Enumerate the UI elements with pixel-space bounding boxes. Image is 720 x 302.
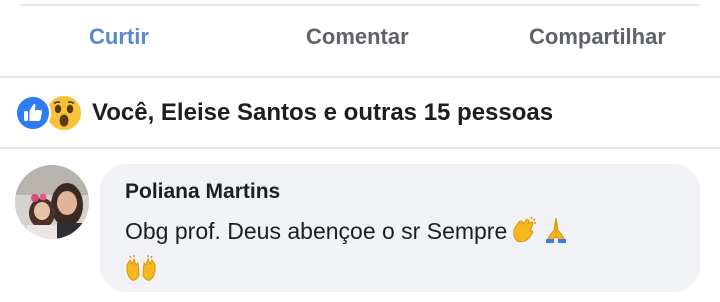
comment-author[interactable]: Poliana Martins bbox=[125, 180, 280, 204]
comment-button[interactable]: Comentar bbox=[306, 24, 409, 50]
post-footer: Curtir Comentar Compartilhar Você, Eleis… bbox=[0, 0, 720, 302]
top-divider bbox=[20, 4, 700, 6]
thumbs-up-icon bbox=[15, 95, 51, 131]
comments-divider bbox=[0, 147, 720, 149]
folded-hands-emoji bbox=[541, 215, 571, 254]
raising-hands-emoji bbox=[125, 255, 157, 294]
reactions-summary-text: Você, Eleise Santos e outras 15 pessoas bbox=[92, 99, 554, 126]
share-button[interactable]: Compartilhar bbox=[529, 24, 666, 50]
comment-body: Obg prof. Deus abençoe o sr Sempre bbox=[125, 214, 685, 294]
like-button[interactable]: Curtir bbox=[89, 24, 149, 50]
comment-bubble: Poliana Martins Obg prof. Deus abençoe o… bbox=[100, 164, 700, 292]
comment: Poliana Martins Obg prof. Deus abençoe o… bbox=[0, 150, 720, 302]
avatar[interactable] bbox=[15, 165, 89, 239]
reaction-icons bbox=[15, 94, 85, 132]
reactions-summary[interactable]: Você, Eleise Santos e outras 15 pessoas bbox=[0, 78, 720, 146]
comment-text: Obg prof. Deus abençoe o sr Sempre bbox=[125, 218, 508, 244]
clapping-hands-emoji bbox=[509, 215, 539, 254]
post-action-bar: Curtir Comentar Compartilhar bbox=[0, 8, 720, 74]
